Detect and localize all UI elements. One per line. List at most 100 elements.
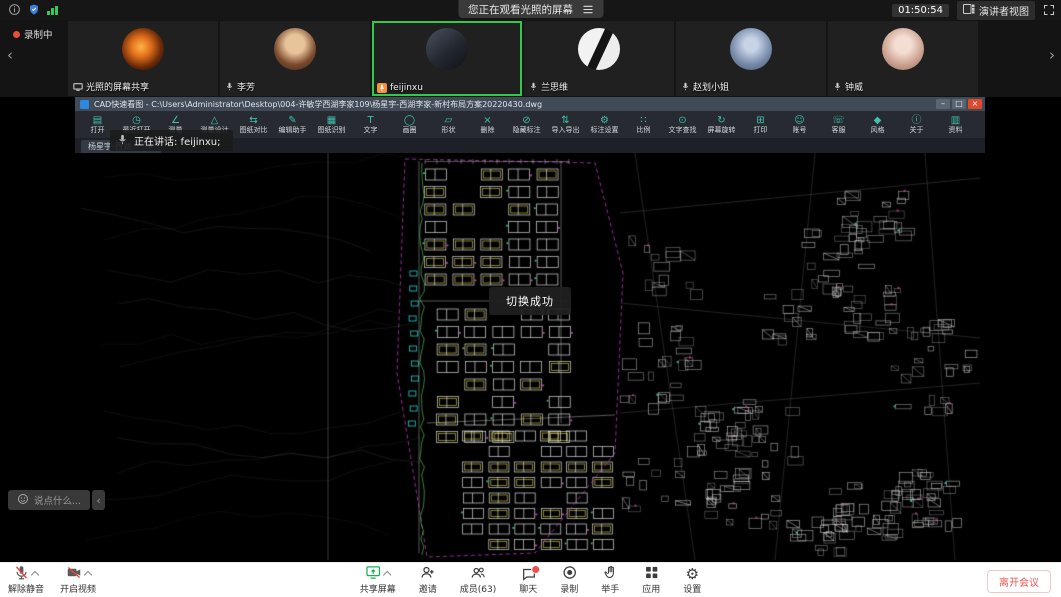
banner-menu-icon[interactable]: [582, 5, 593, 14]
cad-toolbar-item[interactable]: ☺ 账号: [780, 115, 819, 134]
scroll-right-button[interactable]: ›: [1049, 46, 1055, 64]
close-button[interactable]: ×: [968, 99, 982, 109]
info-icon[interactable]: [8, 1, 21, 20]
cad-tool-icon: ⊘: [522, 115, 530, 126]
invite-button[interactable]: 邀请: [419, 566, 437, 595]
toast-message: 切换成功: [489, 287, 571, 315]
settings-button[interactable]: ⚙ 设置: [683, 566, 701, 595]
cad-tool-icon: ◷: [132, 115, 141, 126]
participant-tile[interactable]: 钟威: [828, 21, 978, 96]
cad-toolbar-item[interactable]: ☏ 客服: [819, 115, 858, 134]
bottom-toolbar: 解除静音 开启视频 共享屏幕: [0, 562, 1061, 597]
participant-tile[interactable]: 兰思维: [524, 21, 674, 96]
record-dot-icon: [13, 31, 20, 38]
cad-toolbar-item[interactable]: ⊙ 文字查找: [663, 115, 702, 134]
cad-tool-label: 客服: [832, 126, 846, 134]
unmute-button[interactable]: 解除静音: [8, 566, 44, 595]
avatar: [578, 28, 620, 70]
cad-toolbar-item[interactable]: ✎ 编辑助手: [273, 115, 312, 134]
mic-icon: [117, 134, 128, 148]
cad-toolbar-item[interactable]: ⊘ 隐藏标注: [507, 115, 546, 134]
cad-tool-icon: ◆: [874, 115, 882, 126]
cad-tool-icon: ▤: [93, 115, 102, 126]
recording-label: 录制中: [24, 27, 53, 41]
mic-icon: [681, 82, 690, 91]
cad-tool-icon: ✎: [288, 115, 296, 126]
chat-input[interactable]: 说点什么...: [8, 490, 90, 510]
view-mode-label: 演讲者视图: [979, 3, 1029, 18]
cad-toolbar-item[interactable]: ⇆ 图纸对比: [234, 115, 273, 134]
cad-tool-icon: ☏: [832, 115, 845, 126]
cad-toolbar-item[interactable]: ▦ 图纸识别: [312, 115, 351, 134]
cad-tool-icon: ⚙: [600, 115, 609, 126]
cad-tool-icon: ⇅: [561, 115, 569, 126]
cad-tool-icon: △: [211, 115, 219, 126]
view-mode-button[interactable]: 演讲者视图: [957, 1, 1035, 20]
invite-icon: [420, 565, 435, 584]
cad-drawing[interactable]: [75, 153, 985, 560]
members-icon: [470, 565, 486, 584]
recording-indicator: 录制中: [13, 27, 53, 41]
emoji-icon[interactable]: [17, 493, 29, 508]
cad-toolbar-item[interactable]: T 文字: [351, 115, 390, 134]
cad-tool-label: 屏幕旋转: [708, 126, 736, 134]
chat-placeholder: 说点什么...: [34, 493, 81, 507]
raise-hand-button[interactable]: 举手: [601, 566, 619, 595]
leave-meeting-button[interactable]: 离开会议: [987, 570, 1051, 593]
cad-toolbar-item[interactable]: ▥ 资料: [936, 115, 975, 134]
cad-tool-icon: ⓘ: [912, 115, 922, 126]
mic-options-caret[interactable]: [31, 571, 39, 579]
participant-tile[interactable]: 赵划小姐: [676, 21, 826, 96]
share-screen-button[interactable]: 共享屏幕: [360, 566, 396, 595]
participant-tile-screen-share[interactable]: 光照的屏幕共享: [68, 21, 218, 96]
cad-tool-icon: ▱: [445, 115, 453, 126]
maximize-button[interactable]: □: [952, 99, 966, 109]
mic-icon: [225, 82, 234, 91]
meeting-timer: 01:50:54: [892, 4, 949, 17]
cad-toolbar-item[interactable]: ◯ 画圈: [390, 115, 429, 134]
cad-tool-icon: ×: [483, 115, 491, 126]
cad-toolbar-item[interactable]: ⚙ 标注设置: [585, 115, 624, 134]
video-options-caret[interactable]: [83, 571, 91, 579]
cad-toolbar-item[interactable]: ⓘ 关于: [897, 115, 936, 134]
gear-icon: ⚙: [686, 567, 699, 582]
cad-tool-icon: ↻: [717, 115, 725, 126]
chat-unread-badge: [531, 565, 540, 574]
participant-name-label: 光照的屏幕共享: [86, 80, 149, 93]
members-label: 成员(63): [460, 582, 496, 595]
cad-tool-label: 打开: [91, 126, 105, 134]
cad-toolbar-item[interactable]: ◆ 风格: [858, 115, 897, 134]
cad-tool-label: 形状: [442, 126, 456, 134]
cad-toolbar-item[interactable]: ⊞ 打印: [741, 115, 780, 134]
cad-tool-label: 文字: [364, 126, 378, 134]
avatar: [882, 28, 924, 70]
cad-tool-label: 风格: [871, 126, 885, 134]
cad-toolbar-item[interactable]: ▱ 形状: [429, 115, 468, 134]
chat-collapse-button[interactable]: ‹: [92, 490, 105, 510]
cad-toolbar-item[interactable]: ⇅ 导入导出: [546, 115, 585, 134]
chat-button[interactable]: 聊天: [519, 566, 537, 595]
participant-name-label: 钟威: [845, 80, 863, 93]
mic-active-icon: [377, 83, 387, 93]
active-speaker-overlay: 正在讲话: feijinxu;: [110, 130, 233, 151]
fullscreen-button[interactable]: [1043, 1, 1055, 20]
participant-tile-active-speaker[interactable]: feijinxu: [372, 21, 522, 96]
minimize-button[interactable]: –: [936, 99, 950, 109]
cad-tool-icon: ◯: [404, 115, 415, 126]
apps-button[interactable]: 应用: [642, 566, 660, 595]
shield-icon[interactable]: [28, 1, 40, 20]
cad-toolbar-item[interactable]: × 删除: [468, 115, 507, 134]
share-options-caret[interactable]: [383, 571, 391, 579]
participant-tile[interactable]: 李芳: [220, 21, 370, 96]
cad-toolbar-item[interactable]: ↻ 屏幕旋转: [702, 115, 741, 134]
active-speaker-text: 正在讲话: feijinxu;: [134, 133, 221, 148]
cad-toolbar-item[interactable]: ∷ 比例: [624, 115, 663, 134]
members-button[interactable]: 成员(63): [460, 566, 496, 595]
record-button[interactable]: 录制: [560, 566, 578, 595]
scroll-left-button[interactable]: ‹: [7, 46, 13, 64]
cad-tool-icon: ▥: [951, 115, 960, 126]
cad-tool-label: 图纸对比: [240, 126, 268, 134]
cad-tool-label: 比例: [637, 126, 651, 134]
start-video-button[interactable]: 开启视频: [60, 566, 96, 595]
avatar: [426, 28, 468, 70]
